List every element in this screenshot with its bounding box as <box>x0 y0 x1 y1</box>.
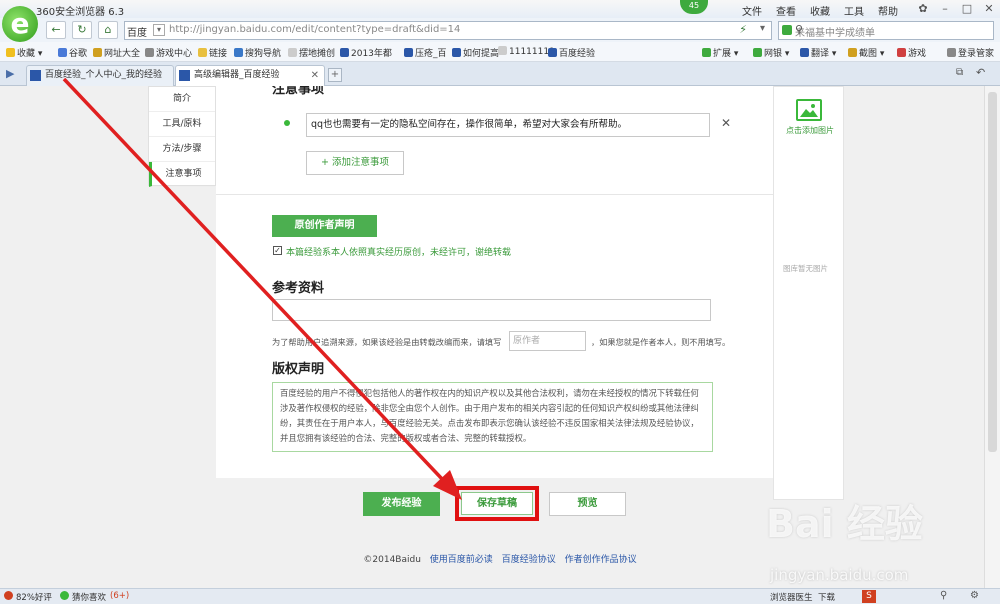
guess-count: (6+) <box>110 591 130 601</box>
settings-icon[interactable]: ⚙ <box>970 590 979 601</box>
sogou-ime-icon[interactable]: S <box>862 590 876 603</box>
zoom-icon[interactable]: ⚲ <box>940 590 947 601</box>
guess-icon <box>60 591 69 600</box>
watermark-logo: Bai 经验 <box>766 502 923 546</box>
download-label[interactable]: 下载 <box>818 591 835 603</box>
status-bar: 82%好评 猜你喜欢 (6+) 浏览器医生 下载 S ⚲ ⚙ <box>0 588 1000 604</box>
rating-icon <box>4 591 13 600</box>
browser-doctor[interactable]: 浏览器医生 <box>770 591 813 603</box>
guess-text[interactable]: 猜你喜欢 <box>72 591 106 603</box>
watermark-url: jingyan.baidu.com <box>770 566 909 584</box>
rating-text[interactable]: 82%好评 <box>16 591 52 603</box>
